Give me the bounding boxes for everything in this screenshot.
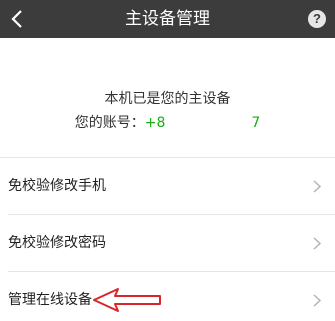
- chevron-right-icon: [313, 272, 321, 321]
- list-item-change-phone[interactable]: 免校验修改手机: [0, 158, 335, 214]
- account-row: 您的账号：+8 7: [0, 112, 335, 132]
- list-item-label: 免校验修改密码: [8, 235, 106, 251]
- question-mark-icon: ?: [313, 11, 321, 26]
- page-title: 主设备管理: [125, 9, 210, 29]
- primary-device-status: 本机已是您的主设备: [104, 91, 231, 107]
- list-item-change-password[interactable]: 免校验修改密码: [0, 215, 335, 271]
- account-value-end: 7: [251, 115, 261, 131]
- red-arrow-annotation-icon: [93, 288, 161, 312]
- chevron-right-icon: [313, 158, 321, 214]
- navigation-bar: 主设备管理 ?: [0, 0, 335, 38]
- list-item-manage-online-devices[interactable]: 管理在线设备: [0, 272, 335, 321]
- device-info-section: 本机已是您的主设备 您的账号：+8 7: [0, 38, 335, 158]
- account-label: 您的账号：: [74, 115, 145, 131]
- list-item-label: 免校验修改手机: [8, 178, 106, 194]
- account-value-start: +8: [144, 115, 166, 131]
- help-button[interactable]: ?: [308, 10, 326, 28]
- list-item-label: 管理在线设备: [8, 292, 92, 308]
- back-button[interactable]: [0, 0, 34, 38]
- chevron-right-icon: [313, 215, 321, 271]
- chevron-left-icon: [11, 10, 22, 28]
- main-device-management-page: 主设备管理 ? 本机已是您的主设备 您的账号：+8 7 免校验修改手机 免校验修改…: [0, 0, 335, 321]
